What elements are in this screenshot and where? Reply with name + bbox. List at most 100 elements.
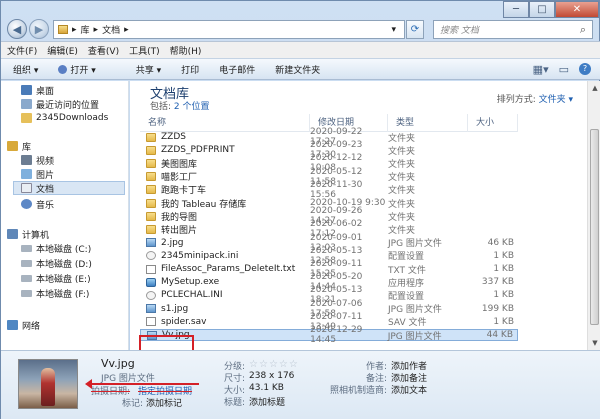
computer-icon: [7, 229, 18, 239]
library-locations-link[interactable]: 2 个位置: [174, 102, 210, 112]
file-size-cell: 1 KB: [493, 316, 514, 327]
nav-music[interactable]: 音乐: [21, 197, 54, 211]
title-value[interactable]: 添加标题: [249, 395, 285, 408]
folder-file-icon: [146, 145, 156, 155]
file-name-cell: 2.jpg: [140, 238, 310, 248]
refresh-button[interactable]: ⟳: [406, 20, 424, 39]
file-name-cell: 转出图片: [140, 223, 310, 236]
nav-recent[interactable]: 最近访问的位置: [21, 97, 99, 111]
file-type-cell: JPG 图片文件: [388, 239, 442, 250]
menu-edit[interactable]: 编辑(E): [47, 44, 78, 57]
drive-icon: [21, 244, 32, 252]
menu-help[interactable]: 帮助(H): [170, 44, 202, 57]
column-name[interactable]: 名称: [140, 114, 310, 132]
file-name-cell: 2345minipack.ini: [140, 251, 310, 261]
drive-icon: [21, 289, 32, 297]
forward-arrow-icon: ▶: [34, 22, 44, 36]
file-name-cell: s1.jpg: [140, 304, 310, 314]
preview-pane-icon[interactable]: ▭: [559, 63, 569, 76]
star-icon[interactable]: ☆: [249, 359, 258, 370]
star-icon[interactable]: ☆: [259, 359, 268, 370]
file-type-cell: JPG 图片文件: [387, 331, 442, 342]
maximize-button[interactable]: □: [529, 1, 555, 18]
minimize-button[interactable]: ─: [503, 1, 529, 18]
breadcrumb-documents[interactable]: 文档: [102, 23, 120, 36]
menu-tools[interactable]: 工具(T): [129, 44, 160, 57]
new-folder-button[interactable]: 新建文件夹: [275, 63, 320, 76]
file-size-cell: 199 KB: [481, 303, 514, 314]
back-button[interactable]: ◀: [7, 19, 27, 39]
file-type-cell: SAV 文件: [388, 318, 427, 329]
scroll-thumb[interactable]: [590, 129, 599, 325]
toolbar-right: ▦▾ ▭ ?: [533, 63, 591, 76]
help-icon[interactable]: ?: [579, 63, 591, 75]
file-name-cell: ZZDS_PDFPRINT: [140, 145, 310, 155]
nav-desktop[interactable]: 桌面: [21, 83, 54, 97]
file-row[interactable]: 跑跑卡丁车 2020-11-30 15:56 文件夹: [140, 180, 518, 200]
star-icon[interactable]: ☆: [289, 359, 298, 370]
arrange-by-dropdown[interactable]: 文件夹 ▾: [539, 95, 573, 105]
file-type-cell: 文件夹: [388, 159, 416, 170]
star-icon[interactable]: ☆: [279, 359, 288, 370]
folder-file-icon: [146, 158, 156, 168]
file-list-pane: 文档库 包括: 2 个位置 排列方式: 文件夹 ▾ 名称 修改日期 类型 大小 …: [130, 81, 600, 350]
nav-computer[interactable]: 计算机: [7, 227, 49, 241]
file-size-cell: 1 KB: [493, 250, 514, 261]
file-type-cell: 配置设置: [388, 291, 425, 302]
vertical-scrollbar[interactable]: ▲ ▼: [587, 81, 600, 350]
nav-documents[interactable]: 文档: [13, 181, 125, 195]
window-controls: ─ □ ✕: [503, 1, 599, 18]
scroll-down-icon[interactable]: ▼: [588, 336, 600, 350]
camera-maker-value[interactable]: 添加文本: [391, 383, 427, 396]
menu-view[interactable]: 查看(V): [88, 44, 119, 57]
forward-button[interactable]: ▶: [29, 19, 49, 39]
file-type-cell: 文件夹: [388, 186, 416, 197]
nav-network[interactable]: 网络: [7, 318, 40, 332]
nav-drive-d[interactable]: 本地磁盘 (D:): [21, 256, 92, 270]
nav-drive-c[interactable]: 本地磁盘 (C:): [21, 241, 91, 255]
back-arrow-icon: ◀: [12, 22, 22, 36]
file-type-cell: 应用程序: [388, 278, 425, 289]
file-type-cell: 文件夹: [388, 146, 416, 157]
nav-libraries[interactable]: 库: [7, 139, 31, 153]
organize-button[interactable]: 组织 ▾: [13, 63, 38, 76]
print-button[interactable]: 打印: [181, 63, 199, 76]
address-dropdown-icon[interactable]: ▾: [391, 25, 396, 35]
arrange-by: 排列方式: 文件夹 ▾: [496, 95, 573, 105]
file-name-cell: PCLECHAL.INI: [140, 290, 310, 300]
search-input[interactable]: 搜索 文档 ⌕: [433, 20, 593, 39]
star-icon[interactable]: ☆: [269, 359, 278, 370]
address-bar[interactable]: ▸ 库 ▸ 文档 ▸ ▾: [53, 20, 405, 39]
breadcrumb-library[interactable]: 库: [81, 23, 90, 36]
close-button[interactable]: ✕: [555, 1, 599, 18]
file-name-cell: spider.sav: [140, 317, 310, 327]
menu-bar: 文件(F) 编辑(E) 查看(V) 工具(T) 帮助(H): [1, 41, 600, 58]
email-button[interactable]: 电子邮件: [219, 63, 255, 76]
text-file-icon: [146, 317, 156, 327]
gear-file-icon: [146, 290, 156, 300]
column-type[interactable]: 类型: [388, 114, 468, 132]
column-size[interactable]: 大小: [468, 114, 518, 132]
file-row-selected[interactable]: Vv.jpg 2020-12-29 14:45 JPG 图片文件 44 KB: [140, 325, 518, 345]
image-file-icon: [146, 304, 156, 314]
share-button[interactable]: 共享 ▾: [136, 63, 161, 76]
nav-pictures[interactable]: 图片: [21, 167, 54, 181]
nav-drive-f[interactable]: 本地磁盘 (F:): [21, 286, 89, 300]
nav-videos[interactable]: 视频: [21, 153, 54, 167]
view-options-icon[interactable]: ▦▾: [533, 63, 549, 76]
file-type-cell: 文件夹: [388, 212, 416, 223]
file-name-cell: 美图图库: [140, 157, 310, 170]
file-name-cell: 跑跑卡丁车: [140, 183, 310, 196]
library-includes: 包括: 2 个位置: [150, 102, 210, 112]
drive-icon: [21, 274, 32, 282]
nav-2345downloads[interactable]: 2345Downloads: [21, 111, 108, 125]
file-date-cell: 2020-12-29 14:45: [310, 325, 363, 345]
open-button[interactable]: 打开 ▾: [58, 63, 115, 76]
search-icon: ⌕: [579, 23, 586, 36]
rating-stars[interactable]: ☆ ☆ ☆ ☆ ☆: [249, 359, 298, 370]
nav-drive-e[interactable]: 本地磁盘 (E:): [21, 271, 91, 285]
menu-file[interactable]: 文件(F): [7, 44, 37, 57]
scroll-up-icon[interactable]: ▲: [588, 81, 600, 95]
tags-value[interactable]: 添加标记: [146, 396, 182, 409]
file-size-cell: 1 KB: [493, 264, 514, 274]
